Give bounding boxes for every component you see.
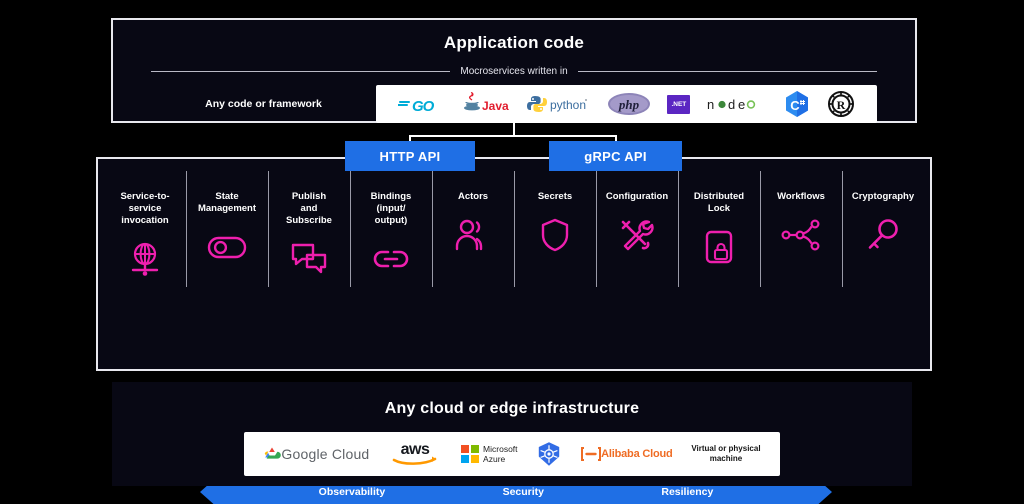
block-label: Configuration [605, 191, 669, 202]
svg-text:aws: aws [401, 441, 430, 458]
java-logo: Java [461, 89, 509, 119]
block-state-management[interactable]: State Management [186, 163, 268, 289]
aws-logo: aws [388, 437, 442, 471]
language-logo-strip: GO Java python php .NET n d e C R [376, 85, 877, 123]
key-icon [866, 215, 900, 255]
dotnet-badge: .NET [667, 94, 691, 114]
block-label: Publish and Subscribe [286, 191, 332, 226]
block-workflows[interactable]: Workflows [760, 163, 842, 289]
azure-label: Microsoft Azure [483, 444, 518, 464]
infrastructure-panel: Any cloud or edge infrastructure Google … [112, 382, 912, 486]
connector-horizontal-bracket [409, 135, 617, 137]
microsoft-azure-logo: Microsoft Azure [461, 437, 518, 471]
toggle-switch-icon [207, 227, 247, 267]
globe-network-icon [128, 239, 162, 279]
nodejs-logo: n d e [707, 89, 767, 119]
alibaba-label: Alibaba Cloud [601, 448, 673, 460]
kubernetes-logo [536, 437, 562, 471]
svg-text:Java: Java [482, 99, 509, 113]
link-chain-icon [371, 239, 411, 279]
label-security: Security [502, 486, 544, 498]
microservices-label: Mocroservices written in [460, 66, 568, 77]
svg-text:C: C [790, 98, 800, 113]
tools-icon [619, 215, 655, 255]
alibaba-cloud-logo: Alibaba Cloud [581, 437, 673, 471]
block-secrets[interactable]: Secrets [514, 163, 596, 289]
diagram-canvas: Application code Mocroservices written i… [0, 0, 1024, 504]
block-actors[interactable]: Actors [432, 163, 514, 289]
block-label: Actors [457, 191, 489, 202]
grpc-api-button[interactable]: gRPC API [549, 141, 682, 171]
block-label: State Management [197, 191, 257, 214]
go-logo: GO [398, 89, 444, 119]
shield-icon [540, 215, 570, 255]
application-code-title: Application code [443, 33, 585, 52]
php-logo: php [607, 89, 651, 119]
http-api-button[interactable]: HTTP API [345, 141, 475, 171]
divider-line-left [151, 71, 451, 72]
svg-text:R: R [836, 98, 845, 112]
infrastructure-title: Any cloud or edge infrastructure [384, 400, 640, 417]
block-service-invocation[interactable]: Service-to- service invocation [104, 163, 186, 289]
google-cloud-logo: Google Cloud [263, 437, 369, 471]
cloud-provider-strip: Google Cloud aws Microsoft Azure Alibaba… [244, 432, 780, 476]
language-row: Any code or framework GO Java python php… [113, 85, 915, 123]
svg-text:d: d [728, 97, 736, 112]
block-configuration[interactable]: Configuration [596, 163, 678, 289]
csharp-logo: C [784, 89, 810, 119]
dotnet-logo: .NET [667, 89, 691, 119]
people-icon [454, 215, 492, 255]
divider-line-right [577, 71, 878, 72]
label-resiliency: Resiliency [661, 486, 714, 498]
rust-logo: R [827, 89, 855, 119]
microservices-divider: Mocroservices written in [151, 66, 878, 77]
svg-text:e: e [738, 97, 746, 112]
svg-text:python: python [550, 98, 586, 112]
virtual-machine-label: Virtual or physical machine [691, 444, 761, 463]
block-distributed-lock[interactable]: Distributed Lock [678, 163, 760, 289]
python-logo: python [526, 89, 590, 119]
block-publish-subscribe[interactable]: Publish and Subscribe [268, 163, 350, 289]
svg-text:php: php [618, 97, 640, 112]
svg-text:GO: GO [412, 98, 435, 115]
block-label: Distributed Lock [693, 191, 745, 214]
label-observability: Observability [318, 486, 386, 498]
chat-bubbles-icon [290, 239, 328, 279]
lock-document-icon [704, 227, 734, 267]
application-code-panel: Application code Mocroservices written i… [111, 18, 917, 123]
block-cryptography[interactable]: Cryptography [842, 163, 924, 289]
workflow-nodes-icon [781, 215, 821, 255]
svg-text:n: n [707, 97, 715, 112]
block-label: Service-to- service invocation [120, 191, 170, 226]
building-blocks-row: Service-to- service invocation State Man… [98, 159, 930, 289]
block-label: Workflows [777, 191, 825, 202]
block-bindings[interactable]: Bindings (input/ output) [350, 163, 432, 289]
any-code-label: Any code or framework [205, 98, 322, 110]
block-label: Cryptography [851, 191, 915, 202]
building-blocks-panel: Service-to- service invocation State Man… [96, 157, 932, 504]
google-cloud-label: Google Cloud [281, 446, 370, 462]
block-label: Bindings (input/ output) [370, 191, 412, 226]
block-label: Secrets [537, 191, 573, 202]
